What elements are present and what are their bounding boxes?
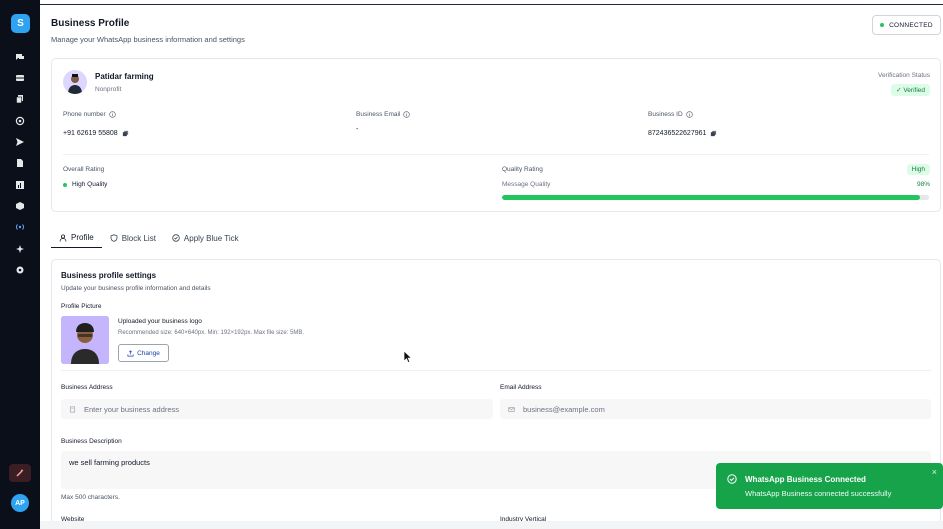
settings-title: Business profile settings <box>61 271 157 280</box>
gear-icon[interactable] <box>14 264 26 276</box>
description-hint: Max 500 characters. <box>61 494 120 501</box>
quality-rating-label: Quality Rating <box>502 166 543 173</box>
status-dot-icon <box>880 23 885 27</box>
business-address-label: Business Address <box>61 384 113 391</box>
quality-rating-badge: High <box>906 164 930 175</box>
magic-wand-icon[interactable] <box>9 464 31 482</box>
business-type: Nonprofit <box>95 86 122 93</box>
tab-profile-label: Profile <box>71 233 94 242</box>
email-address-placeholder: business@example.com <box>523 404 605 414</box>
copy-pages-icon[interactable] <box>14 93 26 105</box>
phone-label: Phone number <box>63 111 116 118</box>
mouse-cursor-icon <box>403 350 413 363</box>
inbox-icon[interactable] <box>14 72 26 84</box>
user-avatar[interactable]: AP <box>11 494 29 512</box>
business-id-value: 872436522627961 <box>648 130 717 137</box>
business-id-label: Business ID <box>648 111 693 118</box>
phone-label-text: Phone number <box>63 111 106 118</box>
mail-icon <box>508 406 515 412</box>
broadcast-icon[interactable] <box>14 221 26 233</box>
message-quality-progress-fill <box>502 195 921 200</box>
message-quality-value: 98% <box>916 181 930 188</box>
toast-message: WhatsApp Business connected successfully <box>745 489 892 498</box>
email-address-input[interactable]: business@example.com <box>500 399 931 419</box>
business-summary-card: Patidar farming Nonprofit Verification S… <box>51 58 941 212</box>
toast-close-button[interactable]: × <box>932 467 937 477</box>
check-circle-icon <box>172 234 180 242</box>
email-value: - <box>356 126 359 133</box>
business-name: Patidar farming <box>95 72 154 81</box>
connection-status-badge: CONNECTED <box>872 15 941 35</box>
building-icon <box>69 406 76 412</box>
user-icon <box>59 233 67 242</box>
copy-icon[interactable] <box>710 130 717 137</box>
page-title: Business Profile <box>51 18 130 29</box>
info-icon[interactable] <box>108 111 116 118</box>
settings-description: Update your business profile information… <box>61 285 211 292</box>
connection-status-label: CONNECTED <box>889 21 933 29</box>
app-logo[interactable]: S <box>11 14 30 33</box>
tab-block-list-label: Block List <box>121 233 156 243</box>
chart-icon[interactable] <box>14 179 26 191</box>
info-icon[interactable] <box>685 111 693 118</box>
profile-tabs: Profile Block List Apply Blue Tick <box>51 228 247 248</box>
business-description-label: Business Description <box>61 438 122 445</box>
section-divider <box>61 370 931 371</box>
overall-rating-text: High Quality <box>72 181 108 188</box>
phone-value: +91 62619 55808 <box>63 130 129 137</box>
business-id-text: 872436522627961 <box>648 130 707 137</box>
upload-title: Uploaded your business logo <box>118 318 202 325</box>
shield-icon <box>110 234 118 242</box>
copy-icon[interactable] <box>122 130 129 137</box>
business-address-placeholder: Enter your business address <box>84 404 180 414</box>
card-divider <box>63 154 929 155</box>
change-picture-button[interactable]: Change <box>118 344 169 362</box>
cube-icon[interactable] <box>14 200 26 212</box>
overall-rating-label: Overall Rating <box>63 166 105 173</box>
send-icon[interactable] <box>14 136 26 148</box>
tab-apply-blue-tick-label: Apply Blue Tick <box>183 233 239 243</box>
toast-title: WhatsApp Business Connected <box>745 475 866 484</box>
message-quality-progress <box>502 195 929 200</box>
phone-value-text: +91 62619 55808 <box>63 130 118 137</box>
change-button-label: Change <box>137 349 160 357</box>
verified-badge: ✓ Verified <box>891 84 930 96</box>
upload-hint: Recommended size: 640×640px. Min: 192×19… <box>118 330 305 336</box>
chat-icon[interactable] <box>14 51 26 63</box>
verification-status-label: Verification Status <box>877 72 930 79</box>
tab-apply-blue-tick[interactable]: Apply Blue Tick <box>164 228 247 248</box>
quality-dot-icon <box>63 182 67 187</box>
business-id-label-text: Business ID <box>648 111 683 118</box>
top-border <box>40 4 943 5</box>
business-avatar <box>63 70 87 94</box>
tab-block-list[interactable]: Block List <box>102 228 164 248</box>
upload-icon <box>127 349 134 356</box>
sidebar: S AP <box>0 0 40 529</box>
sparkles-icon[interactable] <box>14 243 26 255</box>
info-icon[interactable] <box>403 111 411 118</box>
success-toast: WhatsApp Business Connected WhatsApp Bus… <box>716 463 943 509</box>
email-label: Business Email <box>356 111 411 118</box>
business-address-input[interactable]: Enter your business address <box>61 399 493 419</box>
file-icon[interactable] <box>14 157 26 169</box>
profile-picture <box>61 316 109 364</box>
check-circle-icon <box>727 474 737 484</box>
email-address-label: Email Address <box>500 384 542 391</box>
at-icon[interactable] <box>14 115 26 127</box>
overall-rating-value: High Quality <box>63 181 107 188</box>
message-quality-label: Message Quality <box>502 181 551 188</box>
page-subtitle: Manage your WhatsApp business informatio… <box>51 35 245 44</box>
profile-picture-label: Profile Picture <box>61 303 102 310</box>
email-label-text: Business Email <box>356 111 401 118</box>
bottom-strip <box>40 521 943 529</box>
tab-profile[interactable]: Profile <box>51 228 102 248</box>
